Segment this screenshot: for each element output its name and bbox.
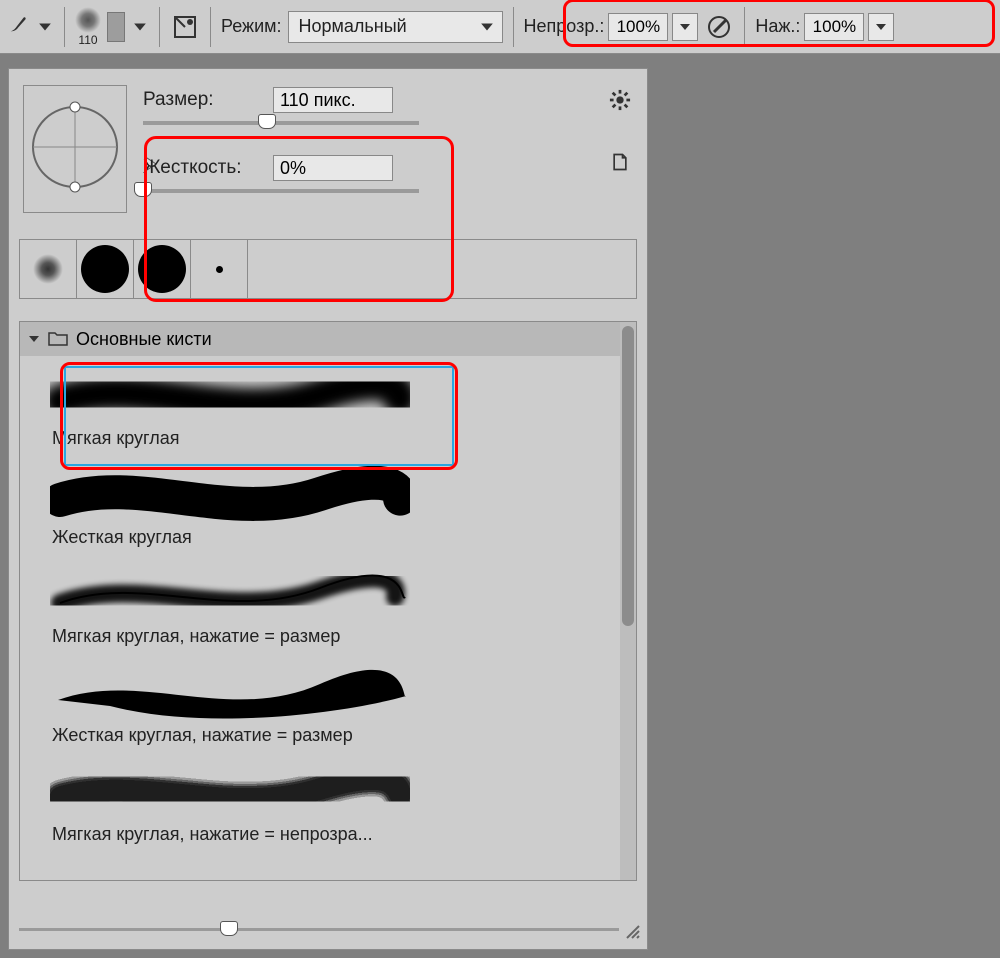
canvas-area[interactable] [668, 54, 1000, 958]
folder-icon [48, 331, 68, 347]
separator [64, 7, 65, 47]
brush-folder-header[interactable]: Основные кисти [20, 322, 636, 356]
brush-item[interactable]: Мягкая круглая, нажатие = непрозра... [50, 758, 416, 849]
brush-swatch[interactable] [107, 12, 125, 42]
brush-item-name: Мягкая круглая, нажатие = размер [50, 624, 416, 651]
gear-icon[interactable] [607, 87, 633, 113]
panel-corner-buttons [607, 87, 633, 175]
brush-angle-control[interactable] [23, 85, 127, 213]
brush-item[interactable]: Жесткая круглая, нажатие = размер [50, 659, 416, 750]
resize-grip-icon[interactable] [623, 922, 641, 945]
blend-mode-value: Нормальный [299, 16, 407, 37]
separator [210, 7, 211, 47]
annotation-highlight [144, 136, 454, 302]
chevron-down-icon [28, 333, 40, 345]
recent-brush[interactable] [20, 240, 77, 298]
scrollbar-thumb[interactable] [622, 326, 634, 626]
size-slider-thumb[interactable] [258, 114, 276, 129]
new-preset-icon[interactable] [607, 149, 633, 175]
vertical-scrollbar[interactable] [620, 322, 636, 880]
brush-item-name: Мягкая круглая, нажатие = непрозра... [50, 822, 416, 849]
annotation-highlight [60, 362, 458, 470]
folder-name: Основные кисти [76, 329, 212, 350]
brush-size-readout: 110 [78, 33, 97, 47]
brush-panel-wrap: Размер: Жесткость: [0, 68, 668, 950]
chevron-down-icon [478, 20, 496, 34]
brush-item-name: Жесткая круглая [50, 525, 416, 552]
size-slider[interactable] [143, 121, 419, 125]
separator [513, 7, 514, 47]
options-toolbar: 110 Режим: Нормальный Непрозр.: Наж.: [0, 0, 1000, 54]
brush-preview-thumbnail[interactable]: 110 [75, 7, 101, 47]
preview-size-thumb[interactable] [220, 921, 238, 936]
brush-presets-list: Основные кисти Мягкая круглаяЖесткая кру… [19, 321, 637, 881]
tool-dropdown[interactable] [36, 20, 54, 34]
size-label: Размер: [143, 89, 263, 111]
brush-item[interactable]: Мягкая круглая, нажатие = размер [50, 560, 416, 651]
preview-size-slider[interactable] [19, 928, 619, 931]
brush-tool-icon[interactable] [8, 13, 30, 40]
size-input[interactable] [273, 87, 393, 113]
recent-brush[interactable] [77, 240, 134, 298]
blend-mode-select[interactable]: Нормальный [288, 11, 503, 43]
brush-panel-toggle-icon[interactable] [170, 12, 200, 42]
brush-preset-dropdown[interactable] [131, 20, 149, 34]
annotation-highlight [563, 0, 995, 47]
brush-item-name: Жесткая круглая, нажатие = размер [50, 723, 416, 750]
separator [159, 7, 160, 47]
mode-label: Режим: [221, 16, 282, 37]
brush-item[interactable]: Жесткая круглая [50, 461, 416, 552]
